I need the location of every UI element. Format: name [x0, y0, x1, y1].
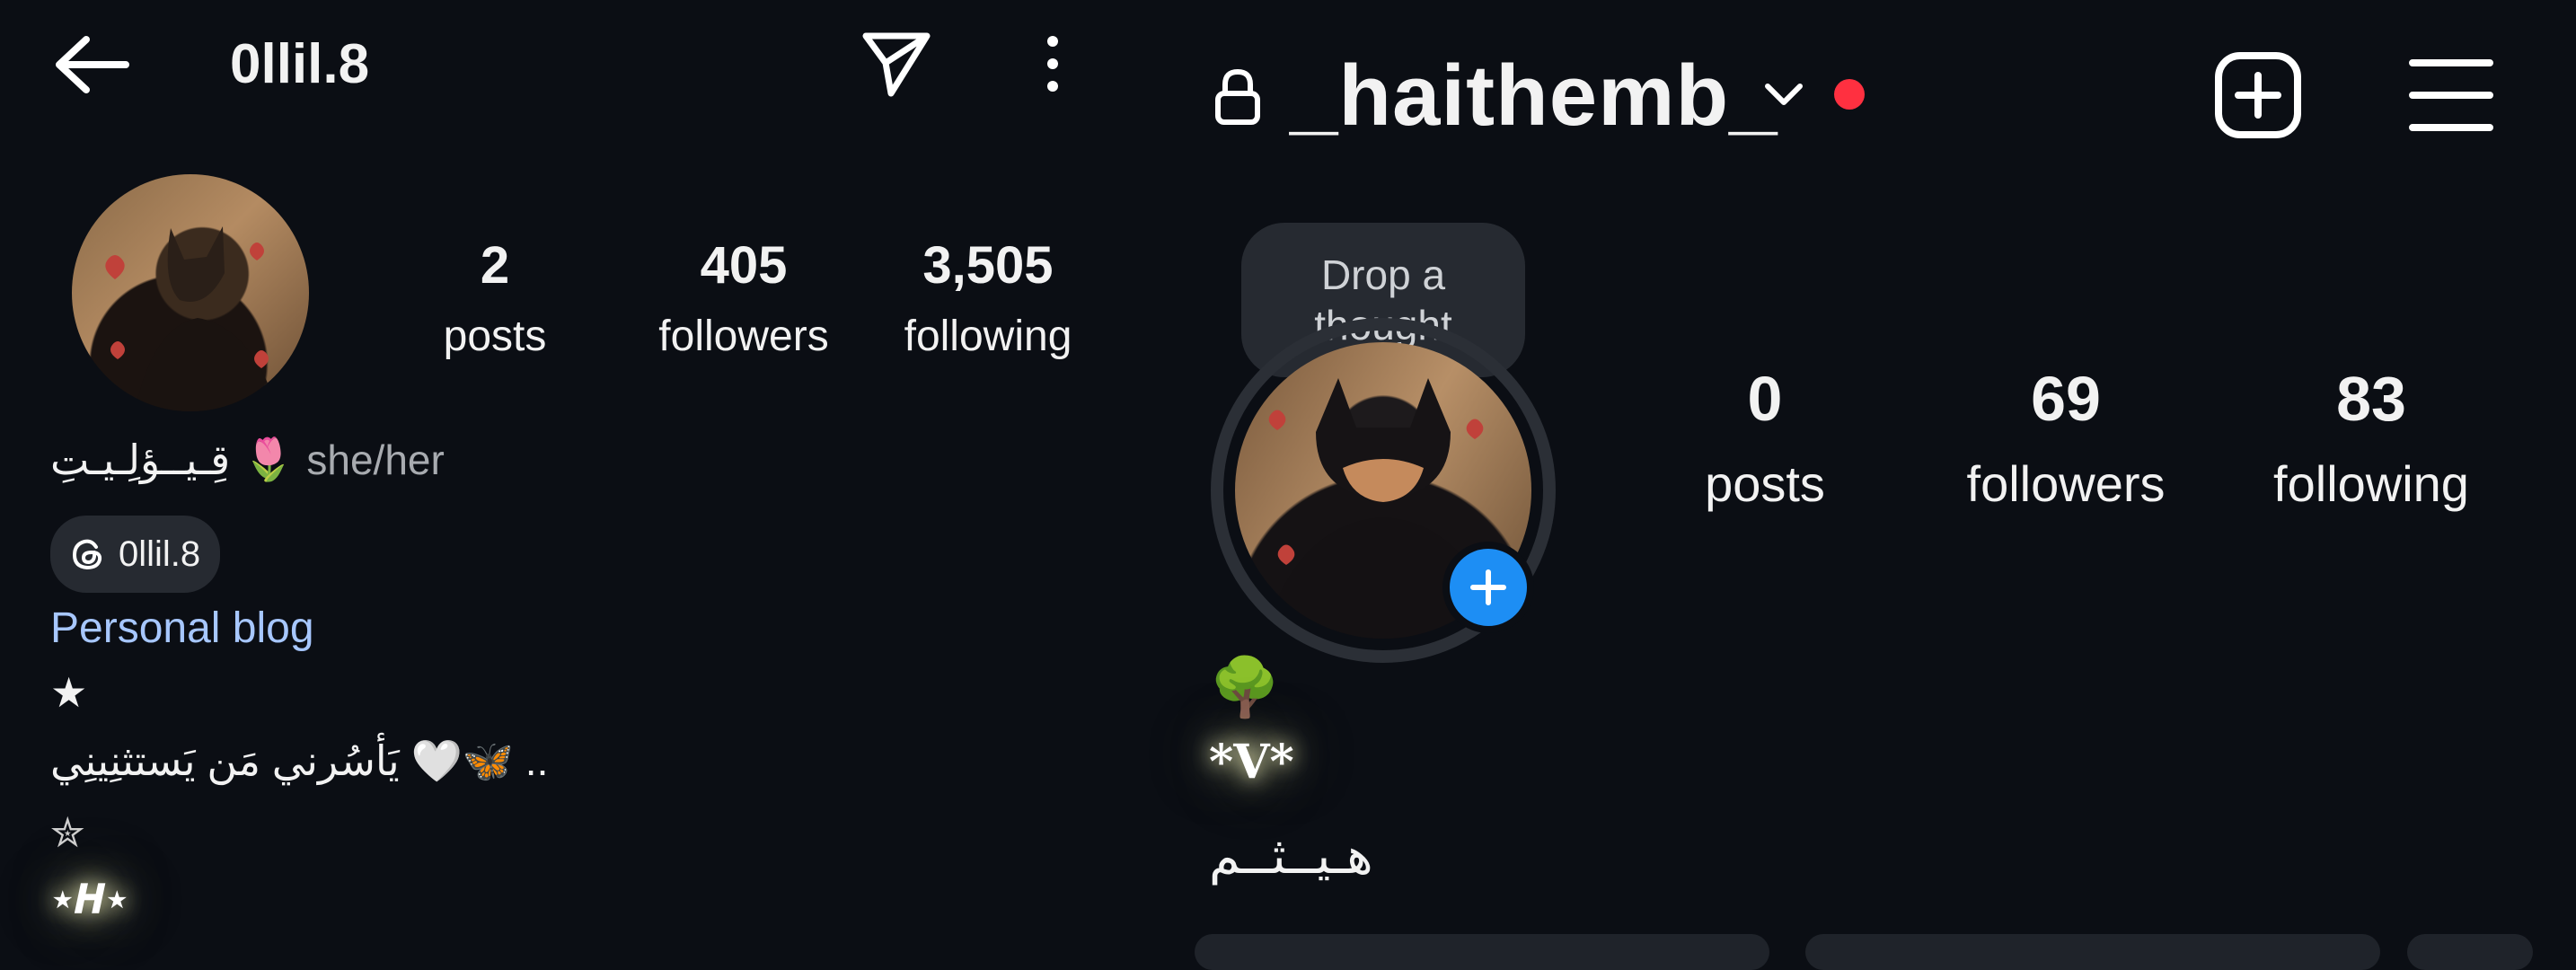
- tree-emoji: 🌳: [1209, 655, 1281, 719]
- right-followers-label: followers: [1966, 455, 2166, 512]
- left-following-label: following: [904, 313, 1072, 360]
- left-followers-count: 405: [700, 236, 788, 295]
- back-arrow-icon[interactable]: [50, 32, 131, 97]
- right-posts-label: posts: [1705, 455, 1825, 512]
- right-posts-count: 0: [1747, 364, 1783, 434]
- add-story-plus-icon[interactable]: [1442, 542, 1534, 633]
- right-following-count: 83: [2336, 364, 2406, 434]
- left-category[interactable]: Personal blog: [50, 604, 314, 653]
- left-avatar[interactable]: [72, 174, 309, 411]
- left-followers-label: followers: [658, 313, 829, 360]
- menu-icon[interactable]: [2409, 56, 2493, 135]
- left-posts-count: 2: [480, 236, 510, 295]
- lock-icon: [1213, 66, 1263, 126]
- tulip-emoji: 🌷: [243, 436, 295, 482]
- bio-line-star: ★: [50, 669, 88, 716]
- right-stat-posts[interactable]: 0 posts: [1680, 363, 1850, 513]
- share-profile-button[interactable]: [1805, 934, 2380, 970]
- edit-profile-button[interactable]: [1195, 934, 1769, 970]
- right-followers-count: 69: [2031, 364, 2101, 434]
- right-stat-following[interactable]: 83 following: [2245, 363, 2497, 513]
- right-username-title[interactable]: _haithemb_: [1290, 47, 1778, 146]
- more-vertical-icon[interactable]: [1042, 34, 1063, 93]
- bio-line-star-outline: ✮: [50, 809, 85, 856]
- bio-line-glow-h: ⋆𝑯⋆: [50, 877, 130, 922]
- notification-dot: [1834, 79, 1865, 110]
- threads-icon: [70, 536, 106, 572]
- left-stat-posts[interactable]: 2 posts: [419, 235, 571, 361]
- send-icon[interactable]: [860, 27, 932, 99]
- left-username-title: 0llil.8: [230, 33, 370, 95]
- threads-badge[interactable]: 0llil.8: [50, 516, 221, 593]
- bio-line-arabic: .. 🦋🤍 يَأسُرني مَن يَستثنِينِي: [50, 737, 549, 784]
- right-following-label: following: [2273, 455, 2469, 512]
- right-stat-followers[interactable]: 69 followers: [1940, 363, 2192, 513]
- left-pronouns: she/her: [306, 436, 445, 483]
- left-following-count: 3,505: [922, 236, 1054, 295]
- left-stat-followers[interactable]: 405 followers: [645, 235, 842, 361]
- left-display-name: قِـيــؤلِـيـتِ: [50, 436, 231, 483]
- left-name-line: قِـيــؤلِـيـتِ 🌷 she/her: [50, 435, 445, 484]
- discover-people-button[interactable]: [2407, 934, 2533, 970]
- left-stat-following[interactable]: 3,505 following: [889, 235, 1087, 361]
- right-arabic-name: هـيــثــم: [1209, 827, 1373, 884]
- left-posts-label: posts: [443, 313, 547, 360]
- threads-badge-label: 0llil.8: [119, 534, 201, 574]
- bio-glow-v: *𝐕*: [1209, 735, 1294, 789]
- chevron-down-icon[interactable]: [1762, 79, 1805, 108]
- create-plus-icon[interactable]: [2213, 50, 2303, 140]
